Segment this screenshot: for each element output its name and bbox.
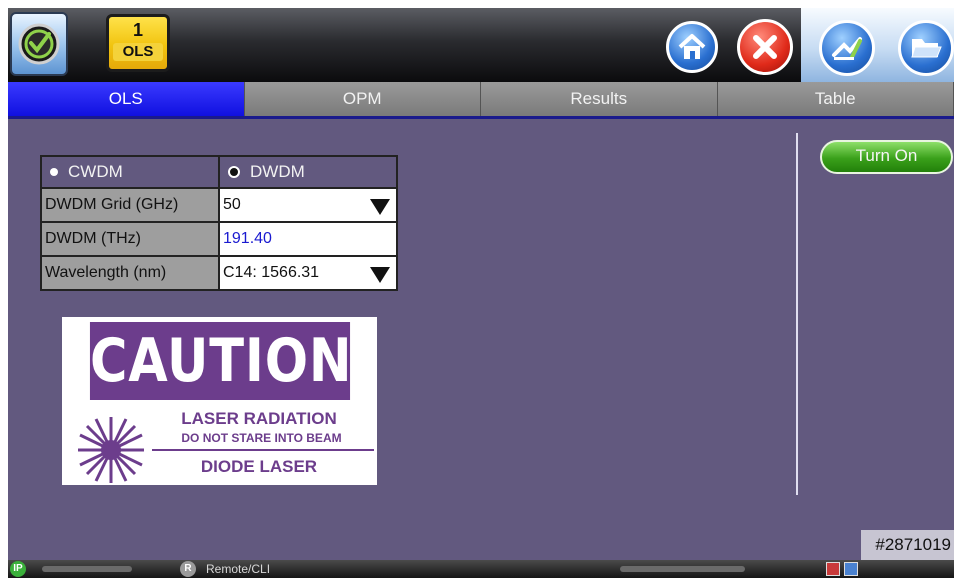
dropdown-arrow-icon — [370, 199, 390, 215]
tab-bar: OLS OPM Results Table — [8, 82, 954, 119]
ols-settings-form: CWDM DWDM DWDM Grid (GHz) 50 DWDM (THz) … — [40, 155, 398, 291]
tab-table[interactable]: Table — [717, 82, 954, 116]
wavelength-label: Wavelength (nm) — [42, 257, 220, 289]
alarm-status-icon — [826, 562, 840, 576]
logo-check-icon — [18, 23, 60, 65]
caution-line-3: DIODE LASER — [200, 457, 318, 476]
tab-ols[interactable]: OLS — [8, 82, 245, 116]
radio-selected-icon — [228, 166, 240, 178]
turn-on-button[interactable]: Turn On — [820, 140, 953, 174]
remote-cli-label: Remote/CLI — [206, 562, 271, 576]
tab-opm[interactable]: OPM — [244, 82, 481, 116]
dwdm-radio[interactable]: DWDM — [220, 157, 396, 187]
file-browser-button[interactable] — [898, 20, 954, 76]
caution-divider — [152, 449, 374, 451]
tab-results[interactable]: Results — [481, 82, 718, 116]
test-number: 1 — [132, 20, 143, 40]
grid-row: DWDM Grid (GHz) 50 — [40, 189, 398, 223]
wavelength-value: C14: 1566.31 — [223, 264, 320, 281]
home-button[interactable] — [666, 21, 718, 73]
mode-row: CWDM DWDM — [40, 155, 398, 189]
thz-row: DWDM (THz) 191.40 — [40, 223, 398, 257]
home-icon — [678, 34, 706, 59]
grid-select[interactable]: 50 — [220, 189, 396, 221]
unit-id-label: #2871019 — [861, 530, 954, 560]
cwdm-radio[interactable]: CWDM — [42, 157, 220, 187]
device-screen: 1 OLS OLS OPM Results Table CWDM DWDM DW… — [8, 8, 954, 578]
quick-launch-button[interactable] — [819, 20, 875, 76]
wavelength-select[interactable]: C14: 1566.31 — [220, 257, 396, 289]
main-menu-button[interactable] — [10, 12, 68, 76]
caution-line-1: LASER RADIATION — [181, 409, 337, 428]
test-label: OLS — [113, 43, 163, 61]
network-status-icon — [844, 562, 858, 576]
radio-unselected-icon — [50, 168, 58, 176]
dwdm-label: DWDM — [250, 162, 305, 181]
top-toolbar: 1 OLS — [8, 8, 954, 82]
remote-status-icon: R — [180, 561, 196, 577]
thz-label: DWDM (THz) — [42, 223, 220, 255]
laser-starburst-icon — [78, 417, 144, 483]
test-ols-button[interactable]: 1 OLS — [106, 14, 170, 72]
ip-status-icon: IP — [10, 561, 26, 577]
laser-caution-sign: CAUTION LASER RADIATION DO NOT STARE INT… — [62, 317, 377, 485]
status-bar: IP R Remote/CLI — [8, 560, 954, 578]
thz-input[interactable]: 191.40 — [220, 223, 396, 255]
folder-icon — [911, 39, 942, 58]
close-button[interactable] — [737, 19, 793, 75]
wavelength-row: Wavelength (nm) C14: 1566.31 — [40, 257, 398, 291]
caution-line-2: DO NOT STARE INTO BEAM — [181, 431, 342, 445]
close-icon — [753, 35, 777, 59]
caution-title: CAUTION — [89, 322, 352, 400]
dropdown-arrow-icon — [370, 267, 390, 283]
ip-address-blurred — [42, 566, 132, 572]
grid-value: 50 — [223, 196, 241, 213]
quick-launch-icon — [832, 37, 862, 60]
grid-label: DWDM Grid (GHz) — [42, 189, 220, 221]
panel-divider — [796, 133, 798, 495]
cwdm-label: CWDM — [68, 162, 123, 181]
datetime-blurred — [620, 566, 745, 572]
